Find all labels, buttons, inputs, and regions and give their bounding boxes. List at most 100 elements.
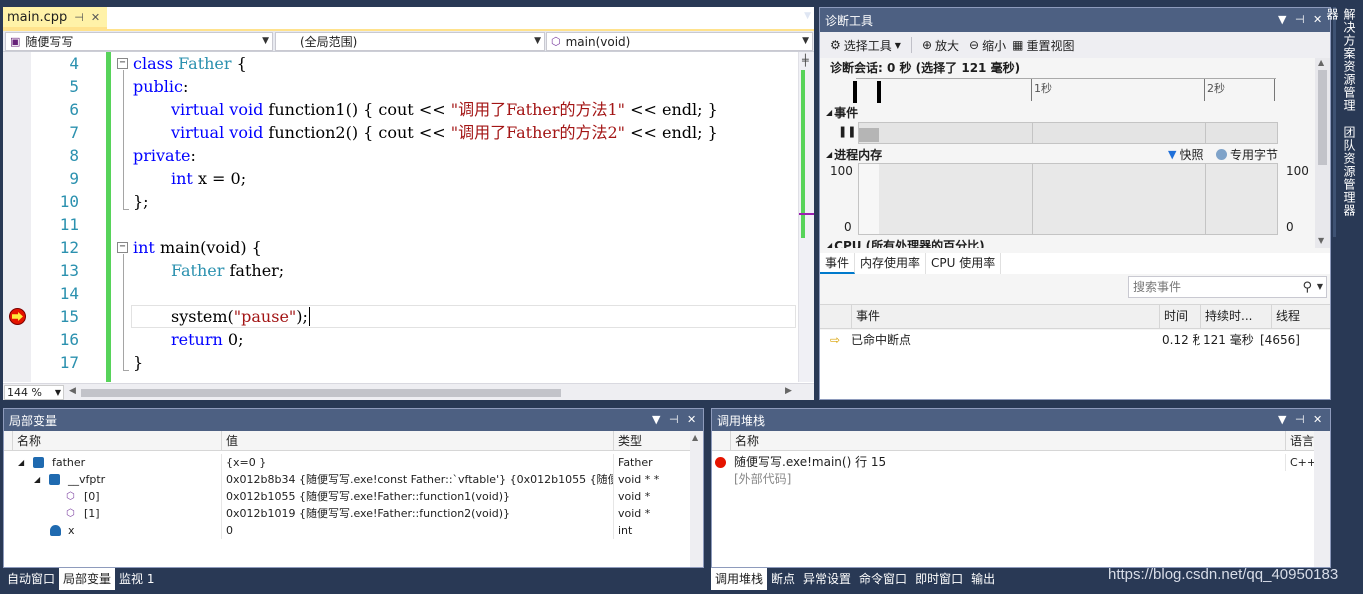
scroll-right-icon[interactable]: ▶	[785, 386, 792, 396]
column-header-duration[interactable]: 持续时...	[1200, 305, 1271, 328]
selection-start-marker[interactable]	[853, 81, 857, 103]
expand-triangle-icon[interactable]: ◢	[18, 454, 24, 471]
table-row[interactable]: ◢ __vfptr 0x012b8b34 {随便写写.exe!const Fat…	[4, 471, 690, 488]
table-row[interactable]: ◢ father {x=0 } Father	[4, 454, 690, 471]
pin-icon[interactable]: ⊣	[1295, 13, 1305, 26]
table-row[interactable]: 随便写写.exe!main() 行 15 C++	[712, 454, 1314, 471]
call-stack-vertical-scrollbar[interactable]	[1314, 431, 1330, 567]
string-literal: "调用了Father的方法1"	[450, 100, 626, 119]
table-row[interactable]: ⬡ [0] 0x012b1055 {随便写写.exe!Father::funct…	[4, 488, 690, 505]
variable-value[interactable]: {x=0 }	[221, 454, 613, 471]
scope-combo[interactable]: (全局范围) ▼	[275, 32, 545, 51]
close-icon[interactable]: ✕	[1313, 13, 1322, 26]
table-row[interactable]: ⬡ [1] 0x012b1019 {随便写写.exe!Father::funct…	[4, 505, 690, 522]
line-number: 7	[69, 123, 79, 142]
chevron-down-icon[interactable]: ▼	[1278, 413, 1286, 426]
scroll-left-icon[interactable]: ◀	[69, 386, 76, 396]
member-combo[interactable]: ⬡ main(void) ▼	[546, 32, 813, 51]
tab-watch-1[interactable]: 监视 1	[115, 568, 158, 590]
collapse-outline-icon[interactable]: −	[117, 242, 128, 253]
editor-vertical-scrollbar[interactable]: ╪	[798, 52, 814, 382]
pause-icon[interactable]: ❚❚	[838, 125, 856, 138]
collapse-outline-icon[interactable]: −	[117, 58, 128, 69]
column-header-event[interactable]: 事件	[851, 305, 1159, 328]
chevron-down-icon[interactable]: ▼	[1278, 13, 1286, 26]
chevron-down-icon[interactable]: ▼	[1317, 277, 1323, 297]
breakpoint-hit-icon[interactable]	[9, 308, 26, 325]
method-icon: ⬡	[66, 491, 75, 502]
column-header-name[interactable]: 名称	[12, 431, 221, 451]
indicator-margin[interactable]	[3, 52, 31, 382]
memory-graph[interactable]	[858, 163, 1278, 235]
timeline-ruler[interactable]: 1秒 2秒	[853, 78, 1276, 103]
selection-end-marker[interactable]	[877, 81, 881, 103]
variable-value[interactable]: 0x012b1055 {随便写写.exe!Father::function1(v…	[221, 488, 613, 505]
tab-memory-usage[interactable]: 内存使用率	[855, 253, 927, 274]
pin-icon[interactable]: ⊣	[74, 11, 84, 24]
scroll-up-icon[interactable]: ▲	[692, 433, 698, 442]
chevron-down-icon: ▼	[262, 36, 269, 46]
table-row[interactable]: [外部代码]	[712, 471, 1314, 488]
table-row[interactable]: ⇨ 已命中断点 0.12 秒 121 毫秒 [4656]	[820, 330, 1330, 350]
table-row[interactable]: x 0 int	[4, 522, 690, 539]
project-combo[interactable]: ▣ 随便写写 ▼	[5, 32, 273, 51]
memory-section-header[interactable]: ◢ 进程内存	[826, 146, 882, 163]
zoom-in-button[interactable]: ⊕ 放大	[922, 37, 959, 54]
locals-vertical-scrollbar[interactable]: ▲	[690, 431, 703, 567]
tab-autos[interactable]: 自动窗口	[3, 568, 59, 590]
vertical-scroll-thumb[interactable]	[1318, 70, 1327, 165]
object-icon	[33, 457, 44, 468]
tab-cpu-usage[interactable]: CPU 使用率	[926, 253, 1002, 274]
tab-locals[interactable]: 局部变量	[59, 568, 116, 590]
scroll-down-icon[interactable]: ▼	[1318, 236, 1324, 245]
zoom-out-button[interactable]: ⊖ 缩小	[969, 37, 1006, 54]
tab-overflow-dropdown-icon[interactable]: ▼	[804, 11, 811, 21]
editor-horizontal-scrollbar[interactable]: 144 % ▼ ◀ ▶	[3, 383, 814, 400]
tab-exception-settings[interactable]: 异常设置	[799, 568, 855, 590]
reset-view-button[interactable]: ▦ 重置视图	[1012, 37, 1074, 54]
zoom-level-combo[interactable]: 144 % ▼	[4, 385, 64, 400]
document-tab-main-cpp[interactable]: main.cpp ⊣ ✕	[3, 7, 107, 29]
tab-events[interactable]: 事件	[820, 253, 856, 274]
axis-label: 0	[1286, 220, 1294, 234]
tab-output[interactable]: 输出	[967, 568, 999, 590]
variable-value[interactable]: 0	[221, 522, 613, 539]
variable-value[interactable]: 0x012b8b34 {随便写写.exe!const Father::`vfta…	[221, 471, 613, 488]
code-line: virtual void function2() { cout << "调用了F…	[171, 121, 718, 144]
events-track[interactable]	[858, 122, 1278, 144]
event-time: 0.12 秒	[1162, 333, 1200, 347]
tab-immediate-window[interactable]: 即时窗口	[911, 568, 967, 590]
pin-icon[interactable]: ⊣	[1295, 413, 1305, 426]
column-header-time[interactable]: 时间	[1159, 305, 1200, 328]
diagnostic-vertical-scrollbar[interactable]: ▲ ▼	[1315, 58, 1330, 248]
close-icon[interactable]: ✕	[91, 11, 100, 24]
sidebar-tab-solution-explorer[interactable]: 解决方案资源管理器	[1325, 8, 1358, 118]
scroll-up-icon[interactable]: ▲	[1318, 58, 1324, 67]
select-tools-button[interactable]: ⚙ 选择工具 ▼	[830, 37, 901, 54]
button-label: 重置视图	[1026, 38, 1075, 53]
sidebar-tab-team-explorer[interactable]: 团队资源管理器	[1336, 126, 1358, 226]
column-header-thread[interactable]: 线程	[1271, 305, 1328, 328]
events-section-header[interactable]: ◢ 事件	[826, 104, 858, 121]
tab-call-stack[interactable]: 调用堆栈	[711, 568, 768, 590]
split-window-icon[interactable]: ╪	[802, 54, 809, 67]
cpu-section-header[interactable]: ◢ CPU (所有处理器的百分比)	[826, 237, 985, 248]
column-header-type[interactable]: 类型	[613, 431, 690, 451]
expand-triangle-icon[interactable]: ◢	[34, 471, 40, 488]
column-header-name[interactable]: 名称	[730, 431, 1285, 451]
tab-command-window[interactable]: 命令窗口	[855, 568, 911, 590]
line-number: 15	[59, 307, 79, 326]
tab-breakpoints[interactable]: 断点	[767, 568, 799, 590]
close-icon[interactable]: ✕	[687, 413, 696, 426]
variable-name: [0]	[84, 490, 100, 503]
chevron-down-icon[interactable]: ▼	[652, 413, 660, 426]
keyword: class	[133, 54, 174, 73]
horizontal-scroll-thumb[interactable]	[81, 389, 561, 397]
close-icon[interactable]: ✕	[1313, 413, 1322, 426]
column-header-value[interactable]: 值	[221, 431, 613, 451]
variable-value[interactable]: 0x012b1019 {随便写写.exe!Father::function2(v…	[221, 505, 613, 522]
pin-icon[interactable]: ⊣	[669, 413, 679, 426]
search-events-input[interactable]: 搜索事件 ⚲ ▼	[1128, 276, 1327, 298]
search-icon[interactable]: ⚲	[1302, 278, 1312, 298]
code-area[interactable]: 4 5 6 7 8 9 10 11 12 13 14 15 16 17 − − …	[3, 52, 798, 382]
